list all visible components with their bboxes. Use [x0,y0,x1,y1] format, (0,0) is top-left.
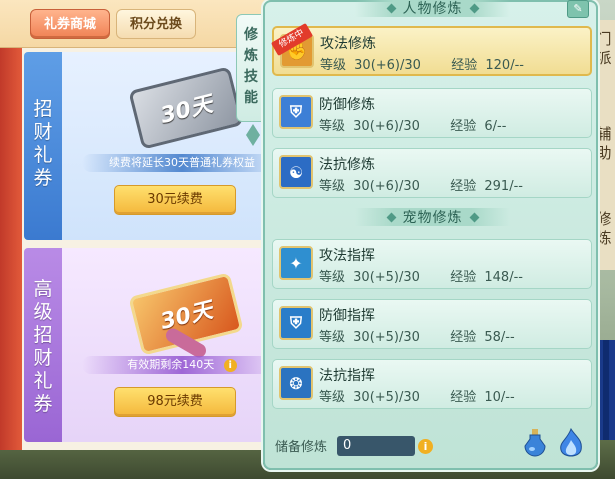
skill-name: 法抗指挥 [319,368,375,384]
card-side-label: 高 级 招 财 礼 券 [24,248,62,442]
side-char: 券 [33,393,53,415]
side-char: 级 [33,301,53,323]
shop-tab-bar: 礼券商城 积分兑换 [0,0,268,48]
pet-defense-icon: ⛨ [279,306,313,340]
potion-icon[interactable] [522,428,548,460]
level-value: 30(+6)/30 [353,179,420,194]
exp-value: 148/-- [484,270,523,285]
level-label: 等级 [319,270,346,285]
skill-name: 防御修炼 [319,97,375,113]
exp-value: 58/-- [484,330,515,345]
level-value: 30(+5)/30 [353,330,420,345]
skill-stats: 等级 30(+5)/30 经验 10/-- [319,386,519,405]
pet-resist-icon: ❂ [279,366,313,400]
info-icon[interactable]: i [418,439,433,454]
side-char: 财 [33,121,53,143]
tab-char: 能 [244,90,258,106]
skill-row-attack-magic[interactable]: ✊ 修炼中 攻法修炼 等级 30(+6)/30 经验 120/-- [270,23,592,76]
paw-icon: ✦ [289,253,303,273]
skill-name: 攻法指挥 [319,248,375,264]
card-side-label: 招 财 礼 券 [24,52,62,240]
side-char: 招 [33,98,53,120]
validity-note: 有效期剩余140天 i [82,356,268,374]
skill-stats: 等级 30(+5)/30 经验 58/-- [319,326,519,345]
shop-side-border [0,48,22,450]
skill-stats: 等级 30(+6)/30 经验 6/-- [319,115,510,134]
validity-note-text: 有效期剩余140天 [127,358,215,371]
coupon-card-basic: 招 财 礼 券 30天 续费将延长30天普通礼券权益 30元续费 [24,52,268,240]
cultivation-panel: 人物修炼 ✊ 修炼中 攻法修炼 等级 30(+6)/30 经验 120/-- ⛨… [263,0,598,470]
skill-stats: 等级 30(+5)/30 经验 148/-- [319,266,527,285]
pet-cultivation-header: 宠物修炼 [265,207,600,227]
skill-name: 攻法修炼 [320,36,376,52]
exp-value: 10/-- [484,390,515,405]
skill-row-magic-resist[interactable]: ☯ 法抗修炼 等级 30(+6)/30 经验 291/-- [272,148,592,198]
skill-row-pet-attack[interactable]: ✦ 攻法指挥 等级 30(+5)/30 经验 148/-- [272,239,592,289]
side-char: 礼 [33,144,53,166]
level-value: 30(+5)/30 [353,390,420,405]
card-side-text: 招 财 礼 券 [24,98,62,190]
skill-stats: 等级 30(+6)/30 经验 120/-- [320,54,528,73]
exp-value: 291/-- [484,179,523,194]
storage-value-field: 0 [337,436,415,456]
edit-icon[interactable]: ✎ [567,0,589,18]
level-value: 30(+5)/30 [353,270,420,285]
shield-icon: ⛨ [289,102,302,121]
card-side-text: 高 级 招 财 礼 券 [24,278,62,416]
silver-ticket-icon: 30天 [128,66,244,150]
level-label: 等级 [319,330,346,345]
player-cultivation-header: 人物修炼 [265,0,600,18]
side-char: 招 [33,324,53,346]
level-label: 等级 [319,119,346,134]
level-value: 30(+6)/30 [354,58,421,73]
skill-row-pet-resist[interactable]: ❂ 法抗指挥 等级 30(+5)/30 经验 10/-- [272,359,592,409]
skill-row-pet-defense[interactable]: ⛨ 防御指挥 等级 30(+5)/30 经验 58/-- [272,299,592,349]
side-char: 礼 [33,370,53,392]
paw-shield-icon: ⛨ [289,313,302,332]
exp-value: 120/-- [485,58,524,73]
tab-char: 炼 [244,48,258,64]
exp-label: 经验 [450,390,477,405]
level-label: 等级 [320,58,347,73]
exp-value: 6/-- [484,119,507,134]
exp-label: 经验 [450,119,477,134]
tab-char: 技 [244,69,258,85]
tab-char: 修 [244,27,258,43]
skill-row-defense[interactable]: ⛨ 防御修炼 等级 30(+6)/30 经验 6/-- [272,88,592,138]
level-label: 等级 [319,390,346,405]
player-section-title: 人物修炼 [402,1,463,17]
skill-stats: 等级 30(+6)/30 经验 291/-- [319,175,527,194]
tab-points-exchange[interactable]: 积分兑换 [116,9,196,39]
info-icon[interactable]: i [223,358,237,372]
side-char: 券 [33,167,53,189]
level-value: 30(+6)/30 [353,119,420,134]
storage-label: 储备修炼 [275,440,328,455]
skill-name: 法抗修炼 [319,157,375,173]
exp-label: 经验 [450,330,477,345]
pet-attack-icon: ✦ [279,246,313,280]
magic-resist-icon: ☯ [279,155,313,189]
renew-30-button[interactable]: 30元续费 [114,185,236,215]
renew-note-text: 续费将延长30天普通礼券权益 [109,156,255,169]
flame-icon[interactable] [556,428,586,460]
exp-label: 经验 [450,270,477,285]
side-char: 高 [33,278,53,300]
tab-cultivation-skills[interactable]: 修 炼 技 能 [236,14,266,122]
coupon-card-premium: 高 级 招 财 礼 券 30天 有效期剩余140天 i 98元续费 [24,248,268,442]
paw-swirl-icon: ❂ [289,373,303,393]
exp-label: 经验 [450,179,477,194]
swirl-icon: ☯ [288,162,304,182]
exp-label: 经验 [451,58,478,73]
renew-note: 续费将延长30天普通礼券权益 [82,154,268,172]
tab-coupon-mall[interactable]: 礼券商城 [30,9,110,39]
level-label: 等级 [319,179,346,194]
coupon-shop-panel: 礼券商城 积分兑换 招 财 礼 券 30天 续费将延长30天普通礼券权益 30元… [0,0,268,450]
skill-name: 防御指挥 [319,308,375,324]
pet-section-title: 宠物修炼 [402,210,463,226]
ticket-text: 30天 [128,66,244,150]
renew-98-button[interactable]: 98元续费 [114,387,236,417]
defense-icon: ⛨ [279,95,313,129]
side-char: 财 [33,347,53,369]
